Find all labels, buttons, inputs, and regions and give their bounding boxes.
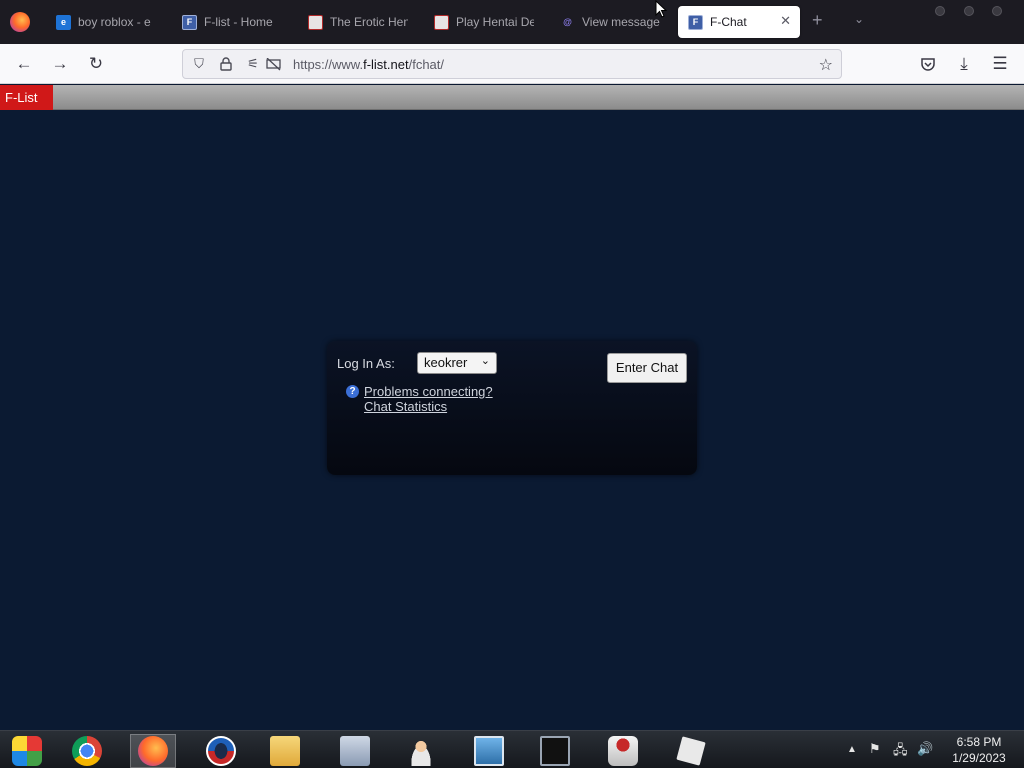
close-window-icon[interactable] [992,6,1002,16]
show-hidden-icons-icon[interactable]: ▲ [847,744,857,755]
list-all-tabs-icon[interactable]: ⌄ [854,12,864,26]
volume-icon[interactable]: 🔊 [917,741,933,757]
tab-label: F-list - Home [204,15,273,29]
permissions-icon[interactable]: ⚟ [245,56,261,72]
tab-erotic-hentai[interactable]: The Erotic Hen [298,6,418,38]
chevron-down-icon: ⌄ [480,355,490,367]
taskbar: ▲ ⚑ 🖧 🔊 6:58 PM 1/29/2023 [0,730,1024,768]
user-support-icon[interactable] [398,734,444,768]
command-prompt-icon[interactable] [532,734,578,768]
mouse-cursor-icon [655,0,667,18]
character-select[interactable]: keokrer ⌄ [417,352,497,374]
pocket-icon[interactable] [916,52,940,76]
network-icon[interactable]: 🖧 [893,741,908,763]
f-list-icon: F [182,14,197,30]
minimize-icon[interactable] [935,6,945,16]
chrome-icon[interactable] [64,734,110,768]
chat-statistics-link[interactable]: Chat Statistics [364,399,447,414]
monitor-icon[interactable] [332,734,378,768]
tab-label: Play Hentai Dei [456,15,534,29]
screen-sharing-blocked-icon[interactable] [265,56,281,72]
navigation-toolbar: ← → ↻ ⛉ ⚟ https://www.f-list.net/fchat/ … [0,44,1024,84]
url-text[interactable]: https://www.f-list.net/fchat/ [293,57,444,72]
edge-icon: e [56,14,71,30]
clock-date: 1/29/2023 [952,751,1006,765]
tab-f-chat[interactable]: F F-Chat ✕ [678,6,800,38]
clock-time: 6:58 PM [956,735,1002,749]
opera-icon[interactable] [198,734,244,768]
firefox-icon[interactable] [130,734,176,768]
tab-label: The Erotic Hen [330,15,408,29]
maximize-icon[interactable] [964,6,974,16]
at-sign-icon: @ [563,17,572,27]
log-in-as-label: Log In As: [337,356,395,371]
tab-label: F-Chat [710,15,747,29]
flist-header-bar: F-List [0,85,1024,110]
chat-login-page: Log In As: keokrer ⌄ Enter Chat ? Proble… [0,110,1024,730]
tab-label: View message [582,15,660,29]
help-icon: ? [346,385,359,398]
f-list-icon: F [688,14,703,30]
tab-label: boy roblox - e [78,15,151,29]
lock-icon[interactable] [218,56,234,72]
close-tab-icon[interactable]: ✕ [780,13,791,29]
tracking-protection-shield-icon[interactable]: ⛉ [191,56,207,72]
back-icon[interactable]: ← [12,52,36,76]
menu-hamburger-icon[interactable]: ☰ [988,52,1012,76]
enter-chat-button[interactable]: Enter Chat [607,353,687,383]
java-icon[interactable] [600,734,646,768]
system-clock[interactable]: 6:58 PM 1/29/2023 [940,734,1018,766]
flist-brand-tab[interactable]: F-List [0,85,53,110]
address-bar[interactable]: ⛉ ⚟ https://www.f-list.net/fchat/ ☆ [182,49,842,79]
firefox-menu-icon[interactable] [10,12,30,32]
hentai-site-icon [434,14,449,30]
new-tab-icon[interactable]: + [812,10,823,31]
file-explorer-icon[interactable] [262,734,308,768]
url-prefix: https://www. [293,57,364,72]
url-path: /fchat/ [408,57,445,72]
problems-connecting-link[interactable]: Problems connecting? [364,384,493,399]
tab-play-hentai[interactable]: Play Hentai Dei [424,6,544,38]
tab-boy-roblox[interactable]: e boy roblox - e [46,6,164,38]
photo-viewer-icon[interactable] [466,734,512,768]
tab-flist-home[interactable]: F F-list - Home [172,6,292,38]
login-panel: Log In As: keokrer ⌄ Enter Chat ? Proble… [327,341,697,475]
bookmark-star-icon[interactable]: ☆ [819,55,833,75]
action-center-flag-icon[interactable]: ⚑ [869,741,881,757]
windows-start-icon[interactable] [4,734,50,768]
forward-icon[interactable]: → [48,52,72,76]
downloads-icon[interactable]: ⤓ [952,52,976,76]
url-domain: f-list.net [363,57,409,72]
reload-icon[interactable]: ↻ [84,52,108,76]
roblox-icon[interactable] [668,734,714,768]
selected-character: keokrer [424,355,468,370]
tab-strip: e boy roblox - e F F-list - Home The Ero… [0,0,1024,44]
tab-view-message[interactable]: @ View message [550,6,670,38]
hentai-site-icon [308,14,323,30]
